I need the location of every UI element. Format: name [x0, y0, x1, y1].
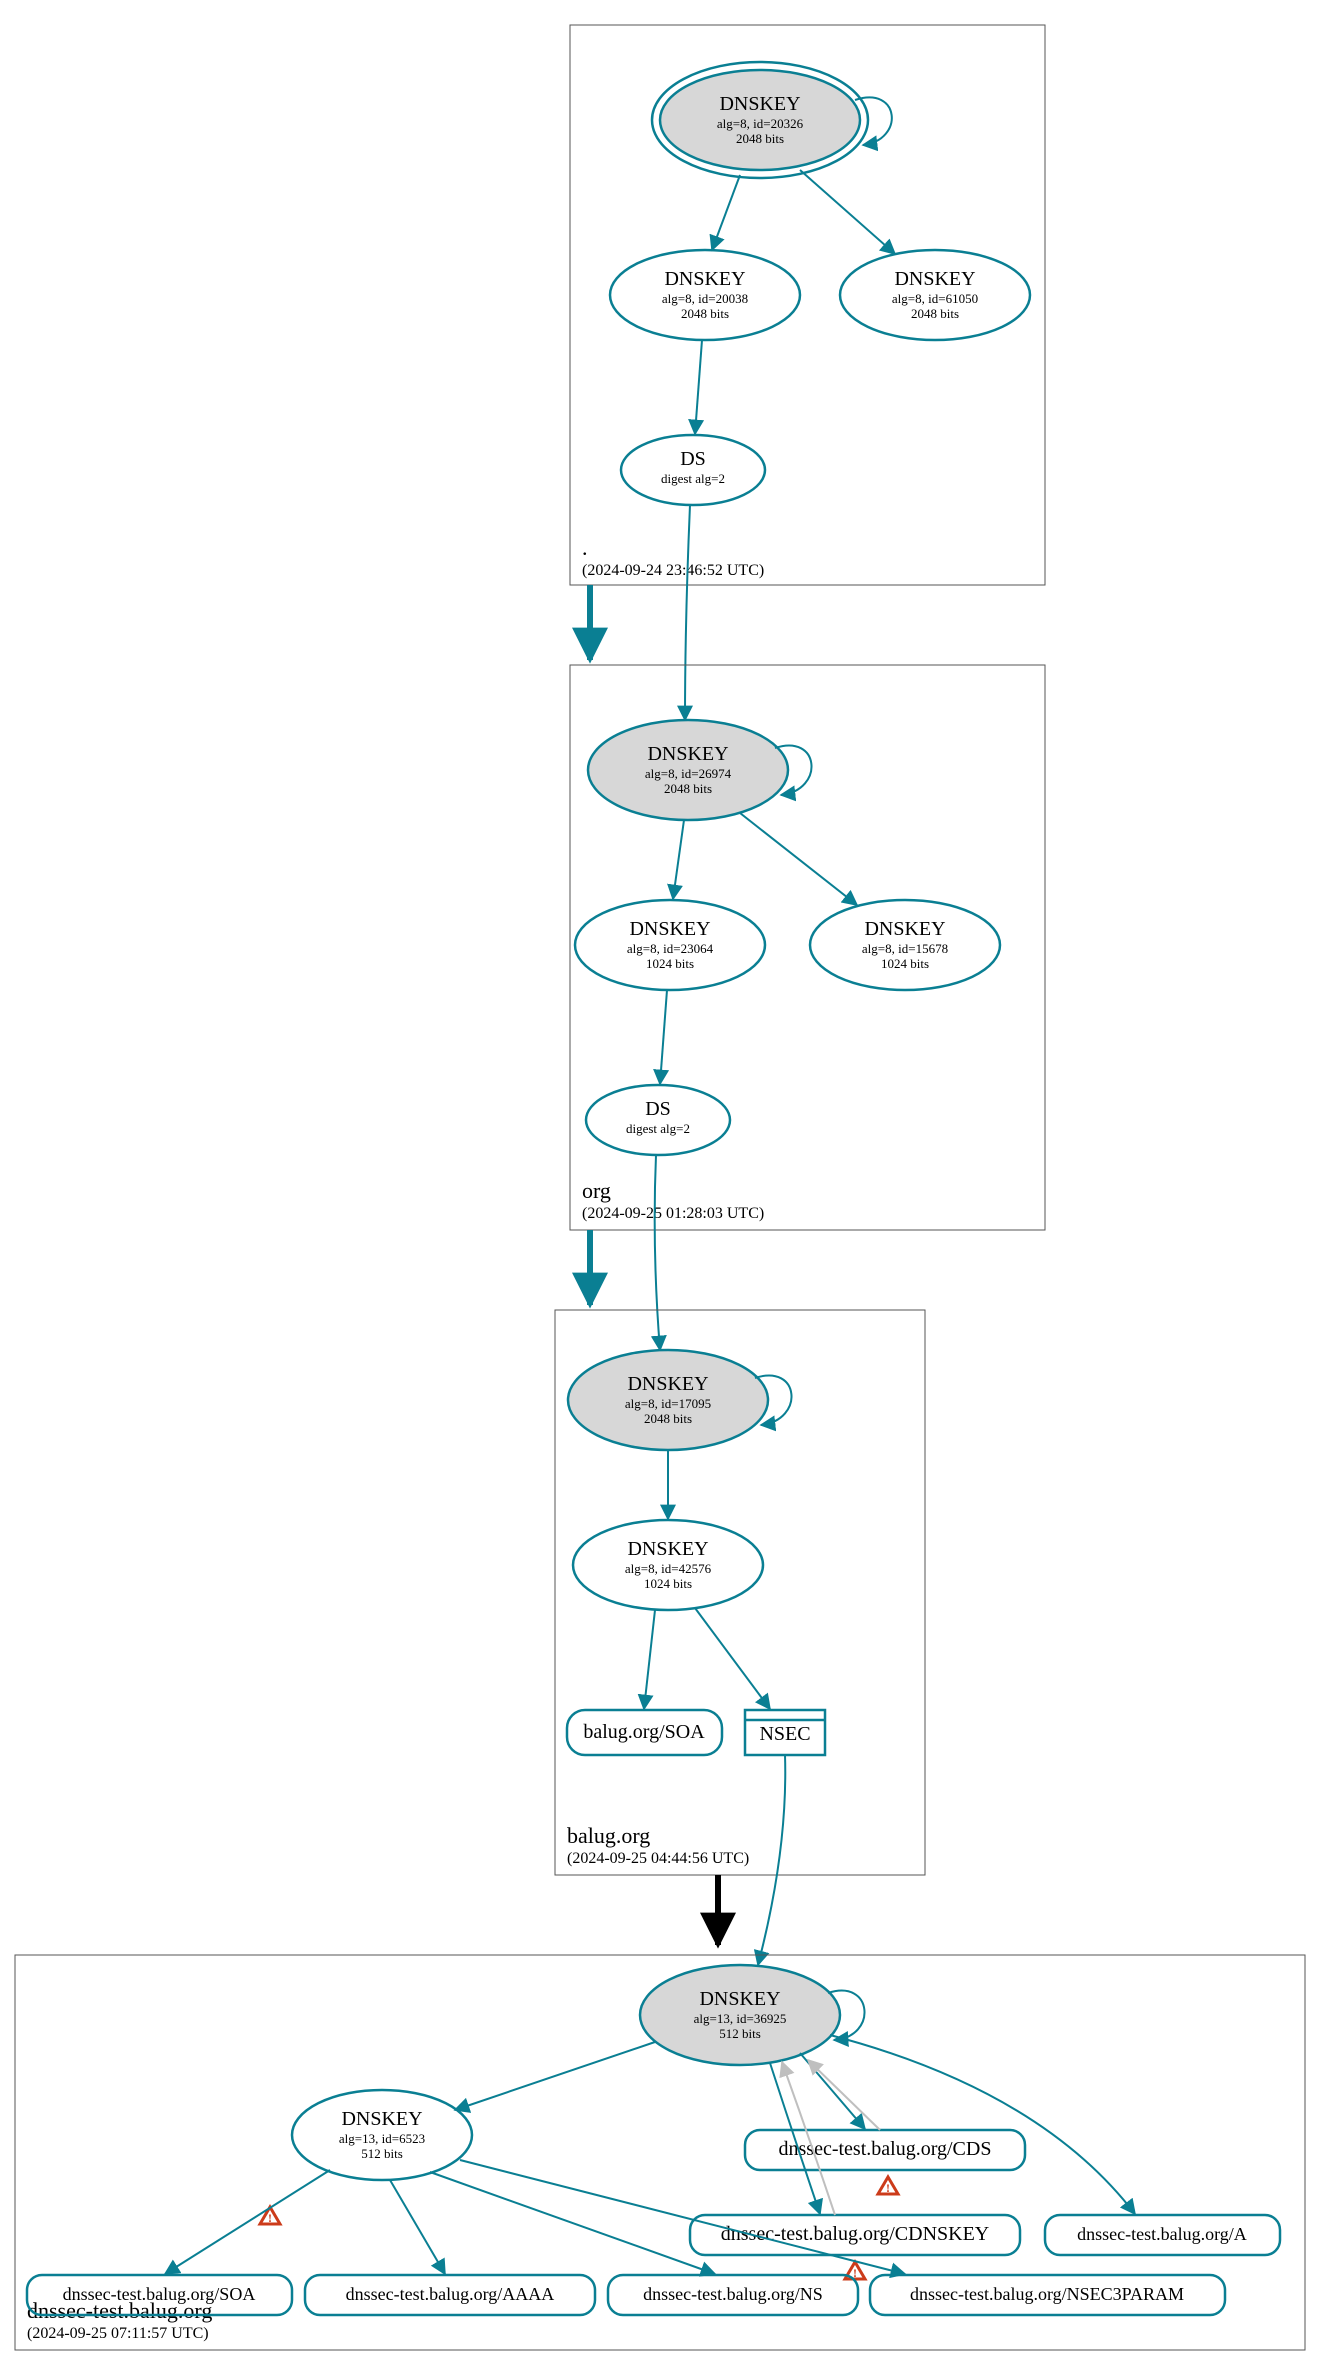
node-org-zsk1: DNSKEY alg=8, id=23064 1024 bits	[575, 900, 765, 990]
svg-text:DNSKEY: DNSKEY	[719, 93, 800, 115]
edge-orgzsk-ds	[660, 990, 667, 1084]
svg-text:dnssec-test.balug.org/NSEC3PAR: dnssec-test.balug.org/NSEC3PARAM	[910, 2284, 1184, 2304]
node-org-zsk2: DNSKEY alg=8, id=15678 1024 bits	[810, 900, 1000, 990]
svg-text:alg=8, id=17095: alg=8, id=17095	[625, 1396, 711, 1411]
warning-cds-icon: !	[878, 2177, 898, 2195]
svg-text:DNSKEY: DNSKEY	[647, 743, 728, 765]
node-test-nsec3param: dnssec-test.balug.org/NSEC3PARAM	[870, 2275, 1225, 2315]
edge-testksk-zsk	[455, 2042, 655, 2110]
node-balug-ksk: DNSKEY alg=8, id=17095 2048 bits	[568, 1350, 768, 1450]
svg-text:alg=8, id=15678: alg=8, id=15678	[862, 941, 948, 956]
svg-text:DNSKEY: DNSKEY	[629, 918, 710, 940]
node-root-zsk2: DNSKEY alg=8, id=61050 2048 bits	[840, 250, 1030, 340]
svg-text:DS: DS	[645, 1098, 671, 1120]
svg-text:balug.org/SOA: balug.org/SOA	[583, 1721, 705, 1743]
edge-testzsk-aaaa	[390, 2180, 445, 2274]
edge-orgds-balugksk	[655, 1155, 660, 1350]
svg-text:DNSKEY: DNSKEY	[627, 1538, 708, 1560]
svg-text:digest alg=2: digest alg=2	[661, 471, 725, 486]
svg-text:2048 bits: 2048 bits	[664, 781, 712, 796]
edge-rootds-orgksk	[685, 505, 690, 720]
svg-text:alg=8, id=26974: alg=8, id=26974	[645, 766, 732, 781]
svg-text:DNSKEY: DNSKEY	[864, 918, 945, 940]
svg-text:DNSKEY: DNSKEY	[341, 2108, 422, 2130]
svg-text:DNSKEY: DNSKEY	[699, 1988, 780, 2010]
node-balug-soa: balug.org/SOA	[567, 1710, 722, 1755]
svg-text:dnssec-test.balug.org/NS: dnssec-test.balug.org/NS	[643, 2284, 823, 2304]
svg-text:DNSKEY: DNSKEY	[894, 268, 975, 290]
edge-orgksk-zsk2	[740, 813, 857, 905]
svg-text:1024 bits: 1024 bits	[644, 1576, 692, 1591]
edge-testzsk-nsec3param	[460, 2160, 905, 2274]
node-org-ds: DS digest alg=2	[586, 1085, 730, 1155]
edge-rootzsk-ds	[695, 340, 702, 434]
svg-text:2048 bits: 2048 bits	[644, 1411, 692, 1426]
svg-text:DS: DS	[680, 448, 706, 470]
node-test-zsk: DNSKEY alg=13, id=6523 512 bits	[292, 2090, 472, 2180]
edge-balugzsk-soa	[644, 1610, 655, 1709]
svg-text:digest alg=2: digest alg=2	[626, 1121, 690, 1136]
svg-text:alg=8, id=42576: alg=8, id=42576	[625, 1561, 712, 1576]
svg-text:balug.org: balug.org	[567, 1823, 650, 1848]
svg-text:alg=8, id=61050: alg=8, id=61050	[892, 291, 978, 306]
dnssec-graph: .zone-box{fill:none;stroke:#555;stroke-w…	[0, 0, 1319, 2368]
warning-zsk-icon: !	[260, 2207, 280, 2225]
edge-orgksk-zsk1	[673, 820, 684, 899]
node-org-ksk: DNSKEY alg=8, id=26974 2048 bits	[588, 720, 788, 820]
zone-root-label: .	[582, 535, 588, 560]
zone-balug: balug.org (2024-09-25 04:44:56 UTC) DNSK…	[555, 1310, 925, 1875]
svg-text:2048 bits: 2048 bits	[911, 306, 959, 321]
svg-text:2048 bits: 2048 bits	[681, 306, 729, 321]
svg-text:dnssec-test.balug.org/SOA: dnssec-test.balug.org/SOA	[63, 2284, 256, 2304]
node-test-cdnskey: dnssec-test.balug.org/CDNSKEY	[690, 2215, 1020, 2255]
svg-text:1024 bits: 1024 bits	[646, 956, 694, 971]
edge-balugzsk-nsec	[695, 1608, 770, 1709]
svg-text:dnssec-test.balug.org/AAAA: dnssec-test.balug.org/AAAA	[346, 2284, 555, 2304]
svg-text:(2024-09-25 01:28:03 UTC): (2024-09-25 01:28:03 UTC)	[582, 1205, 764, 1222]
zone-root-ts: (2024-09-24 23:46:52 UTC)	[582, 562, 764, 579]
node-root-ds: DS digest alg=2	[621, 435, 765, 505]
svg-text:(2024-09-25 07:11:57 UTC): (2024-09-25 07:11:57 UTC)	[27, 2325, 209, 2342]
svg-text:1024 bits: 1024 bits	[881, 956, 929, 971]
edge-rootksk-zsk1	[712, 175, 740, 250]
svg-text:512 bits: 512 bits	[719, 2026, 761, 2041]
warning-cdnskey-icon: !	[845, 2262, 865, 2280]
node-test-a: dnssec-test.balug.org/A	[1045, 2215, 1280, 2255]
edge-testzsk-ns	[430, 2172, 715, 2274]
edge-testzsk-soa	[165, 2170, 330, 2274]
svg-text:dnssec-test.balug.org/CDNSKEY: dnssec-test.balug.org/CDNSKEY	[721, 2223, 990, 2245]
node-test-ns: dnssec-test.balug.org/NS	[608, 2275, 858, 2315]
svg-text:DNSKEY: DNSKEY	[664, 268, 745, 290]
node-root-zsk1: DNSKEY alg=8, id=20038 2048 bits	[610, 250, 800, 340]
svg-text:NSEC: NSEC	[759, 1723, 810, 1745]
zone-root: . (2024-09-24 23:46:52 UTC) DNSKEY alg=8…	[570, 25, 1045, 585]
edge-balugnsec-testksk	[758, 1755, 785, 1965]
svg-text:alg=8, id=20326: alg=8, id=20326	[717, 116, 804, 131]
node-balug-nsec: NSEC	[745, 1710, 825, 1755]
svg-text:DNSKEY: DNSKEY	[627, 1373, 708, 1395]
zone-org: org (2024-09-25 01:28:03 UTC) DNSKEY alg…	[570, 665, 1045, 1230]
svg-text:!: !	[886, 2181, 890, 2195]
svg-text:dnssec-test.balug.org/A: dnssec-test.balug.org/A	[1077, 2224, 1247, 2244]
node-test-cds: dnssec-test.balug.org/CDS	[745, 2130, 1025, 2170]
svg-text:alg=8, id=23064: alg=8, id=23064	[627, 941, 714, 956]
svg-text:alg=8, id=20038: alg=8, id=20038	[662, 291, 748, 306]
svg-text:2048 bits: 2048 bits	[736, 131, 784, 146]
svg-text:alg=13, id=6523: alg=13, id=6523	[339, 2131, 425, 2146]
zone-dnssec-test: dnssec-test.balug.org (2024-09-25 07:11:…	[15, 1955, 1305, 2350]
node-test-aaaa: dnssec-test.balug.org/AAAA	[305, 2275, 595, 2315]
svg-text:(2024-09-25 04:44:56 UTC): (2024-09-25 04:44:56 UTC)	[567, 1850, 749, 1867]
zone-org-label: org	[582, 1178, 611, 1203]
edge-testksk-cds	[800, 2053, 865, 2129]
node-root-ksk: DNSKEY alg=8, id=20326 2048 bits	[652, 62, 868, 178]
edge-cds-ksk-gray	[808, 2060, 880, 2130]
node-balug-zsk: DNSKEY alg=8, id=42576 1024 bits	[573, 1520, 763, 1610]
svg-text:alg=13, id=36925: alg=13, id=36925	[694, 2011, 787, 2026]
svg-text:!: !	[268, 2211, 272, 2225]
svg-text:512 bits: 512 bits	[361, 2146, 403, 2161]
node-test-ksk: DNSKEY alg=13, id=36925 512 bits	[640, 1965, 840, 2065]
edge-rootksk-zsk2	[800, 170, 895, 254]
